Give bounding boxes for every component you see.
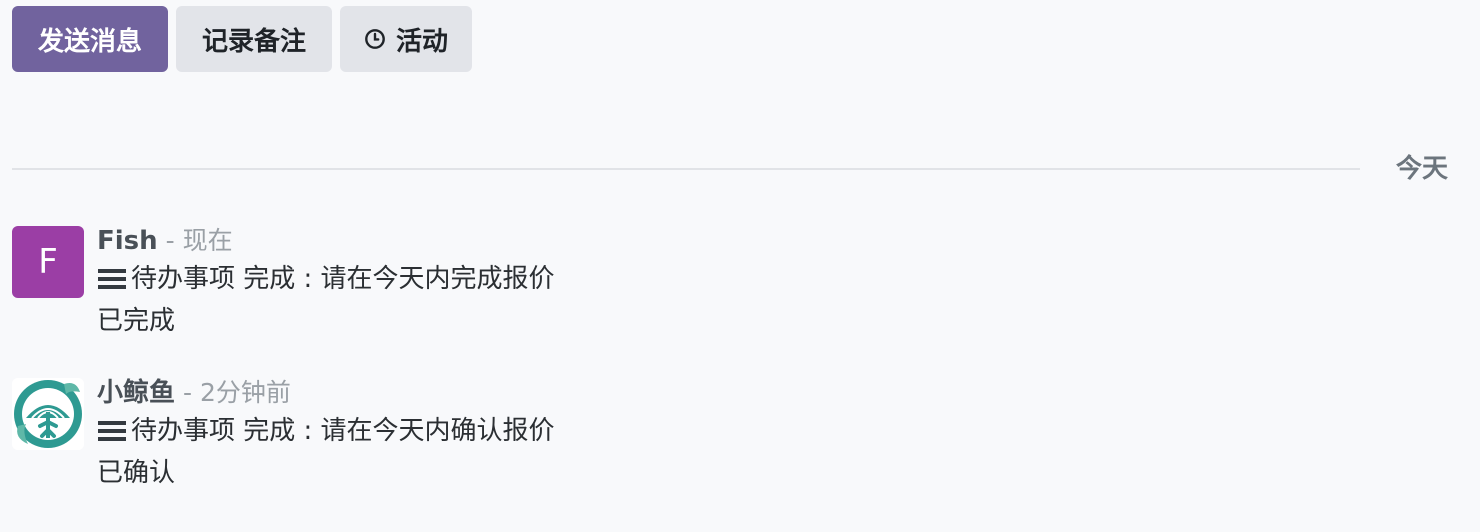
send-message-button[interactable]: 发送消息 [12, 6, 168, 72]
avatar[interactable] [12, 378, 84, 450]
message-time: - 2分钟前 [183, 378, 291, 407]
activity-text: 待办事项 完成 : 请在今天内完成报价 [131, 264, 555, 294]
clock-icon [365, 29, 385, 49]
message-header: Fish - 现在 [97, 224, 555, 258]
date-divider: 今天 [12, 150, 1460, 190]
author-name[interactable]: Fish [97, 226, 158, 256]
activity-line: 待办事项 完成 : 请在今天内完成报价 [97, 258, 555, 300]
message-header: 小鲸鱼 - 2分钟前 [97, 376, 555, 410]
divider-line [12, 168, 1360, 170]
whale-avatar-icon [12, 378, 84, 450]
activity-feedback: 已完成 [97, 306, 176, 336]
author-name[interactable]: 小鲸鱼 [97, 378, 175, 408]
date-label: 今天 [1395, 154, 1448, 184]
activity-button-label: 活动 [395, 26, 448, 57]
chatter-toolbar: 发送消息 记录备注 活动 [12, 6, 472, 72]
activity-line: 待办事项 完成 : 请在今天内确认报价 [97, 410, 555, 452]
log-note-button[interactable]: 记录备注 [176, 6, 332, 72]
message-body: Fish - 现在 待办事项 完成 : 请在今天内完成报价 已完成 [97, 224, 555, 342]
activity-text: 待办事项 完成 : 请在今天内确认报价 [131, 416, 555, 446]
list-icon [98, 269, 126, 289]
list-icon [98, 421, 126, 441]
message-body: 小鲸鱼 - 2分钟前 待办事项 完成 : 请在今天内确认报价 已确认 [97, 376, 555, 494]
activity-feedback: 已确认 [97, 458, 176, 488]
avatar[interactable]: F [12, 226, 84, 298]
message-time: - 现在 [165, 226, 233, 255]
activity-button[interactable]: 活动 [340, 6, 472, 72]
